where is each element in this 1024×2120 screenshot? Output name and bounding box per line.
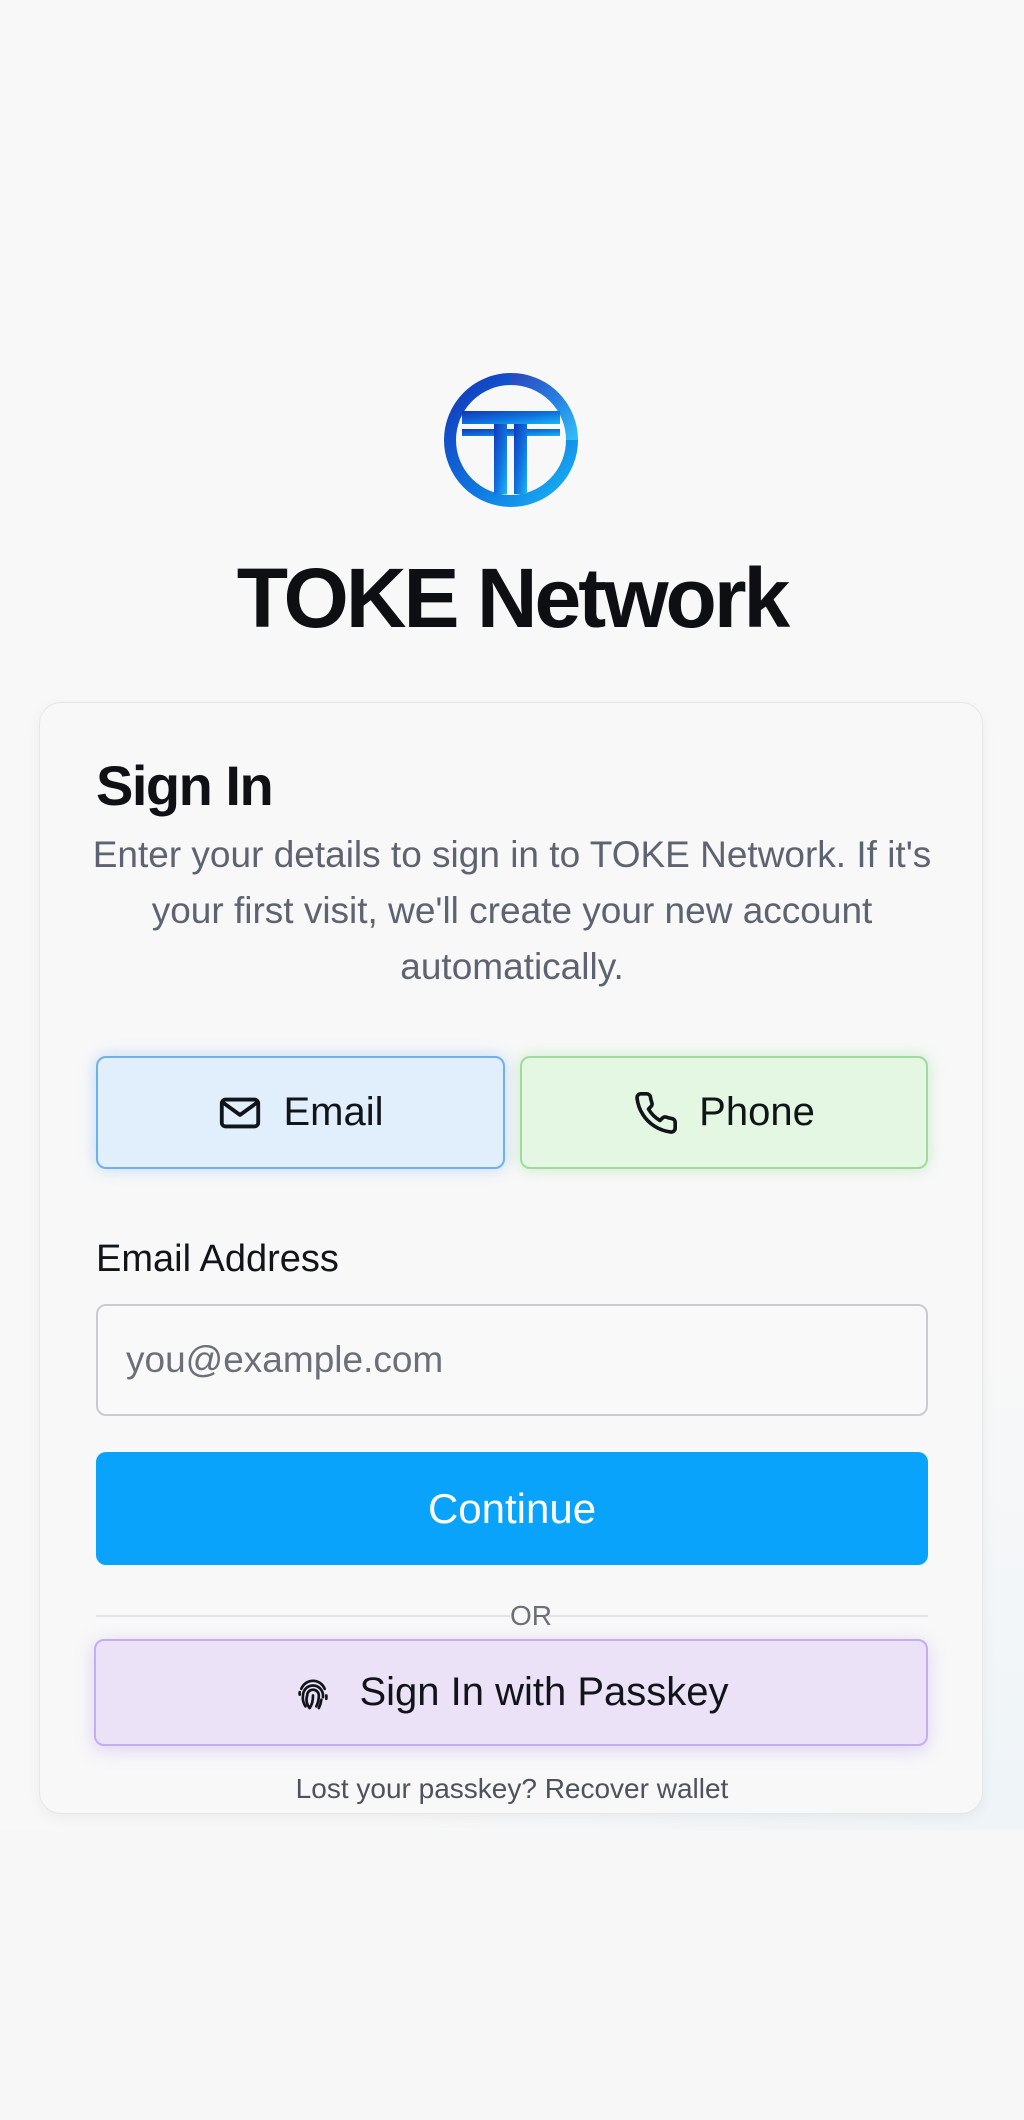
fingerprint-icon xyxy=(298,1679,329,1709)
card-description: Enter your details to sign in to TOKE Ne… xyxy=(92,834,932,987)
divider-or-text: OR xyxy=(510,1600,552,1631)
toke-logo-icon xyxy=(444,373,578,507)
recover-wallet-link[interactable]: Lost your passkey? Recover wallet xyxy=(40,1769,984,1809)
continue-button[interactable]: Continue xyxy=(96,1452,928,1565)
email-address-label: Email Address xyxy=(96,1238,339,1280)
page-bottom-area xyxy=(0,1830,1024,2120)
phone-method-label: Phone xyxy=(699,1090,815,1134)
phone-method-button[interactable]: Phone xyxy=(520,1056,928,1169)
brand-title: TOKE Network xyxy=(236,551,791,645)
email-input[interactable] xyxy=(96,1304,928,1416)
divider-line-left xyxy=(96,1615,510,1617)
email-method-button[interactable]: Email xyxy=(96,1056,505,1169)
passkey-sign-in-button[interactable]: Sign In with Passkey xyxy=(94,1639,928,1746)
phone-icon xyxy=(635,1091,678,1134)
card-title: Sign In xyxy=(96,754,274,817)
divider-line-right xyxy=(548,1615,928,1617)
sign-in-card: Sign In Enter your details to sign in to… xyxy=(39,702,983,1814)
passkey-button-label: Sign In with Passkey xyxy=(359,1670,729,1714)
envelope-icon xyxy=(220,1097,261,1128)
email-method-label: Email xyxy=(283,1090,384,1134)
